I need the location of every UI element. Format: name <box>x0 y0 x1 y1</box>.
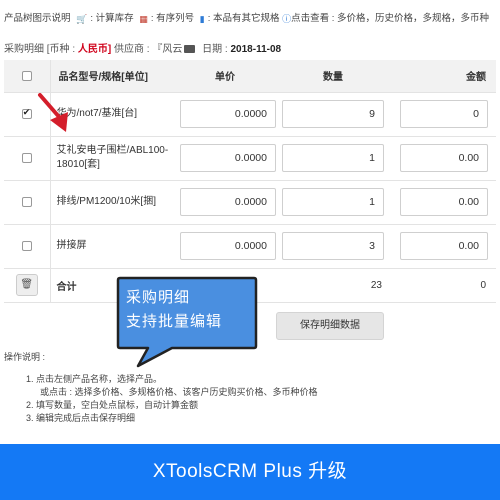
price-input[interactable]: 0.0000 <box>180 232 276 260</box>
select-all-checkbox[interactable] <box>21 70 32 81</box>
column-header-name: 品名型号/规格[单位] <box>49 60 174 93</box>
table-header-row: 品名型号/规格[单位] 单价 数量 金额 <box>4 60 496 93</box>
legend-stock: : 计算库存 <box>90 13 134 24</box>
instructions-list: 1. 点击左侧产品名称，选择产品。 或点击 : 选择多价格、多规格价格、该客户历… <box>4 373 318 425</box>
amount-input[interactable]: 0.00 <box>400 232 488 260</box>
legend-title: 产品树图示说明 <box>4 13 71 24</box>
save-details-button[interactable]: 保存明细数据 <box>276 312 384 340</box>
price-input[interactable]: 0.0000 <box>180 100 276 128</box>
currency-value: 人民币] <box>77 44 112 55</box>
trash-icon[interactable]: 🗑 <box>15 274 38 296</box>
column-header-price: 单价 <box>174 60 282 93</box>
instruction-step: 3. 编辑完成后点击保存明细 <box>26 413 136 423</box>
row-checkbox[interactable] <box>21 152 32 163</box>
page-title: 采购明细 <box>4 44 44 55</box>
product-name[interactable]: 排线/PM1200/10米[捆] <box>57 195 175 209</box>
instructions-title: 操作说明 : <box>4 352 46 362</box>
total-qty: 23 <box>370 279 382 291</box>
amount-input[interactable]: 0 <box>400 100 488 128</box>
callout-line2: 支持批量编辑 <box>126 313 223 330</box>
supplier-label: 供应商 : <box>114 44 150 55</box>
instruction-substep: 或点击 : 选择多价格、多规格价格、该客户历史购买价格、多币种价格 <box>40 387 318 397</box>
folder-icon[interactable] <box>184 45 196 53</box>
purchase-header: 采购明细 [币种 : 人民币] 供应商 : 『风云 日期 : 2018-11-0… <box>4 40 281 55</box>
row-checkbox[interactable] <box>21 196 32 207</box>
select-all-cell <box>4 60 50 93</box>
legend-info: 点击查看 : 多价格，历史价格，多规格，多币种 <box>291 13 490 24</box>
qty-input[interactable]: 9 <box>282 100 384 128</box>
legend-serial: : 有序列号 <box>150 13 195 24</box>
row-checkbox[interactable] <box>21 107 32 119</box>
callout-line1: 采购明细 <box>126 289 191 306</box>
amount-input[interactable]: 0.00 <box>400 144 488 172</box>
table-row: 拼接屏 0.0000 3 0.00 <box>4 224 496 269</box>
product-name[interactable]: 拼接屏 <box>57 239 175 253</box>
callout-text: 采购明细 支持批量编辑 <box>126 286 254 334</box>
column-header-qty: 数量 <box>282 60 390 93</box>
price-input[interactable]: 0.0000 <box>180 188 276 216</box>
legend-variant: : 本品有其它规格 <box>207 13 280 24</box>
column-header-amount: 金额 <box>390 60 496 93</box>
qty-input[interactable]: 1 <box>282 188 384 216</box>
instructions: 操作说明 : 1. 点击左侧产品名称，选择产品。 或点击 : 选择多价格、多规格… <box>4 350 318 425</box>
chart-icon: ▦ <box>139 14 148 24</box>
total-amount: 0 <box>480 279 486 291</box>
table-row: 排线/PM1200/10米[捆] 0.0000 1 0.00 <box>4 180 496 225</box>
qty-input[interactable]: 1 <box>282 144 384 172</box>
currency-label: [币种 : <box>46 44 76 55</box>
instruction-step: 2. 填写数量，空白处点鼠标，自动计算金额 <box>26 400 199 410</box>
price-input[interactable]: 0.0000 <box>180 144 276 172</box>
cart-icon: 🛒 <box>76 14 88 24</box>
footer-banner: XToolsCRM Plus 升级 <box>0 444 500 500</box>
product-name[interactable]: 艾礼安电子围栏/ABL100-18010[套] <box>57 144 175 172</box>
date-label: 日期 : <box>202 44 228 55</box>
date-value: 2018-11-08 <box>230 44 282 55</box>
bars-icon: ▮ <box>199 14 205 24</box>
qty-input[interactable]: 3 <box>282 232 384 260</box>
pointer-arrow-icon <box>38 93 68 132</box>
row-checkbox[interactable] <box>21 240 32 251</box>
total-label: 合计 <box>56 281 77 293</box>
info-icon: ⓘ <box>282 14 292 24</box>
legend-bar: 产品树图示说明 🛒: 计算库存 ▦: 有序列号 ▮: 本品有其它规格 ⓘ点击查看… <box>4 10 498 25</box>
amount-input[interactable]: 0.00 <box>400 188 488 216</box>
table-row: 艾礼安电子围栏/ABL100-18010[套] 0.0000 1 0.00 <box>4 136 496 181</box>
instruction-step: 1. 点击左侧产品名称，选择产品。 <box>26 374 163 384</box>
supplier-value[interactable]: 『风云 <box>152 44 182 55</box>
